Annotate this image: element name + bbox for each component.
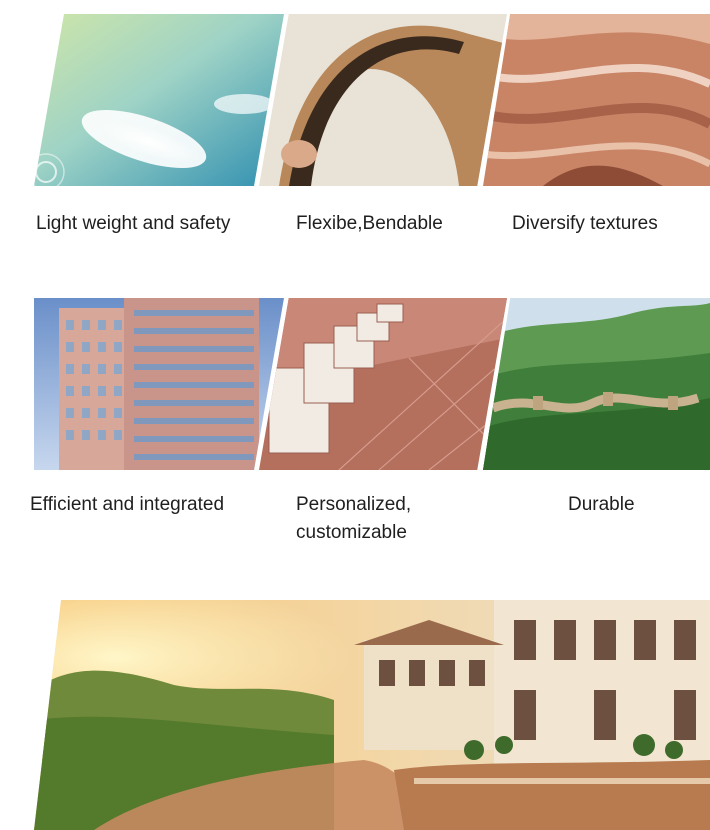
feature-caption-light-weight: Light weight and safety bbox=[36, 213, 231, 234]
terrace-tiles-image bbox=[259, 298, 507, 470]
high-rise-building-image bbox=[34, 298, 284, 470]
great-wall-image bbox=[483, 298, 710, 470]
feature-caption-textures: Diversify textures bbox=[512, 213, 658, 234]
bent-veneer-image bbox=[259, 14, 507, 186]
feature-caption-flexible: Flexibe,Bendable bbox=[296, 213, 443, 234]
feature-caption-personalized: Personalized, customizable bbox=[296, 494, 412, 543]
sandstone-canyon-image bbox=[483, 14, 710, 186]
villa-sunset-river-image bbox=[34, 600, 710, 830]
feature-caption-efficient: Efficient and integrated bbox=[30, 494, 225, 515]
feature-caption-durable: Durable bbox=[568, 494, 635, 515]
feather-image bbox=[34, 14, 284, 186]
